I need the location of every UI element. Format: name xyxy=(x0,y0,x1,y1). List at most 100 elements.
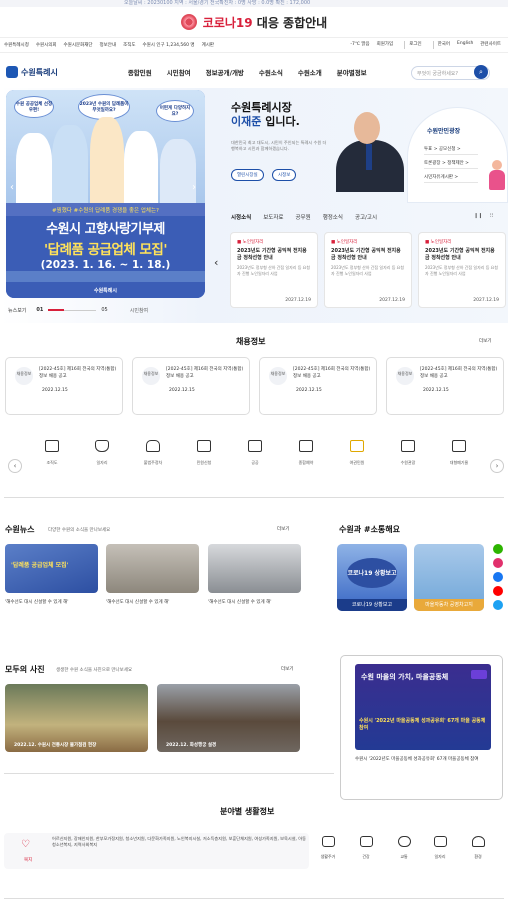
login-link[interactable]: 로그인 xyxy=(409,41,421,49)
pause-icon[interactable]: ❙❙ xyxy=(474,213,482,219)
slide-extra[interactable]: 시민참여 xyxy=(130,307,148,314)
quick-link-civil[interactable]: 민원신청 xyxy=(188,440,220,466)
menu-item[interactable]: 종합민원 xyxy=(128,67,152,77)
util-link[interactable]: 계시판 xyxy=(202,42,214,48)
population-stat: 수원시 인구 1,234,560 명 xyxy=(142,43,195,48)
heart-icon: ♡ xyxy=(21,839,30,850)
util-link[interactable]: 정보안내 xyxy=(100,42,117,48)
banner-next-icon[interactable]: › xyxy=(192,182,196,193)
language-select[interactable]: 한국어 xyxy=(438,41,450,49)
util-link[interactable]: 조직도 xyxy=(123,42,135,48)
menu-item[interactable]: 분야별정보 xyxy=(337,67,367,77)
news-thumbnail[interactable] xyxy=(208,544,301,593)
open-office-button[interactable]: 열린시장실 xyxy=(231,169,264,181)
suwon-news-more[interactable]: 더보기 xyxy=(277,526,289,532)
job-card[interactable]: 채용정보 [2022-45호] 제16회 전국의 지역(통합)정보 채용 공고 … xyxy=(5,357,123,415)
site-logo[interactable]: 수원특례시 xyxy=(6,66,58,78)
util-link[interactable]: 수원시문화재단 xyxy=(64,42,93,48)
quick-prev-icon[interactable]: ‹ xyxy=(8,459,22,473)
life-link[interactable]: 건강 xyxy=(351,836,381,860)
mayor-info-button[interactable]: 시정보 xyxy=(272,169,297,181)
more-icon[interactable]: ⁝⁝ xyxy=(490,213,493,219)
menu-item[interactable]: 정보공개/개방 xyxy=(206,67,244,77)
news-caption[interactable]: '해수선도 대시 신설할 수 있게 해' xyxy=(106,599,169,605)
divider xyxy=(4,497,504,498)
tab-notice[interactable]: 공고/고시 xyxy=(355,213,377,221)
job-card[interactable]: 채용정보 [2022-45호] 제16회 전국의 지역(통합)정보 채용 공고 … xyxy=(259,357,377,415)
life-link[interactable]: 환경 xyxy=(463,836,493,860)
news-card[interactable]: ■ 노인일자리 2023년도 기간형 공익적 전지용금 정착선형 안내 2023… xyxy=(230,232,318,308)
quick-link-reservation[interactable]: 종합예약 xyxy=(290,440,322,466)
mayor-description: 대한민국 최고 대도시, 시민이 주인되는 특례시 수원 더 행복하고 시민과 … xyxy=(231,140,327,151)
quick-next-icon[interactable]: › xyxy=(490,459,504,473)
photo-card[interactable]: 2022.12. 화성행궁 설경 xyxy=(157,684,300,752)
job-card[interactable]: 채용정보 [2022-45호] 제16회 전국의 지역(통합)정보 채용 공고 … xyxy=(386,357,504,415)
quick-link-jobs[interactable]: 일자리 xyxy=(86,440,118,466)
quick-link-public[interactable]: 공공 xyxy=(239,440,271,466)
quick-link-parking[interactable]: 불법주정차 xyxy=(137,440,169,466)
util-link[interactable]: 회원가입 xyxy=(377,41,394,49)
banner-prev-icon[interactable]: ‹ xyxy=(10,182,14,193)
instagram-icon[interactable] xyxy=(493,558,503,568)
quick-link-passport[interactable]: 여권민원 xyxy=(341,440,373,466)
plaza-link[interactable]: 시민자유게시판 > xyxy=(424,174,478,183)
life-link[interactable]: 교통 xyxy=(389,836,419,860)
photos-subtitle: 생생한 수원 소식을 사진으로 만나보세요 xyxy=(56,668,133,673)
bag-icon xyxy=(95,440,109,452)
plaza-link[interactable]: 토론광장 > 정책제안 > xyxy=(424,160,478,169)
tab-officials[interactable]: 공무원 xyxy=(296,213,311,221)
related-sites-select[interactable]: 관련사이트 xyxy=(480,41,501,49)
plaza-link[interactable]: 투표 > 공모신청 > xyxy=(424,146,478,155)
blog-icon[interactable] xyxy=(493,544,503,554)
tab-press[interactable]: 보도자료 xyxy=(263,213,283,221)
news-card[interactable]: ■ 노인일자리 2023년도 기간형 공익적 전지용금 정착선형 안내 2023… xyxy=(324,232,412,308)
life-info-title: 분야별 생활정보 xyxy=(220,807,275,816)
twitter-icon[interactable] xyxy=(493,600,503,610)
tab-news[interactable]: 시정소식 xyxy=(231,213,251,221)
facebook-icon[interactable] xyxy=(493,572,503,582)
life-link[interactable]: 일자리 xyxy=(425,836,455,860)
welfare-links[interactable]: 어르신지원, 장애인지원, 한부모가정지원, 청소년지원, 다문화가족지원, 노… xyxy=(52,836,307,848)
util-link[interactable]: 수원시의회 xyxy=(36,42,57,48)
util-link[interactable]: 수원특례시청 xyxy=(4,42,29,48)
news-card[interactable]: ■ 노인일자리 2023년도 기간형 공익적 전지용금 정착선형 안내 2023… xyxy=(418,232,506,308)
photos-more[interactable]: 더보기 xyxy=(281,666,293,672)
menu-item[interactable]: 수원소개 xyxy=(298,67,322,77)
menu-item[interactable]: 수원소식 xyxy=(259,67,283,77)
news-caption[interactable]: '해수선도 대시 신설할 수 있게 해' xyxy=(208,599,271,605)
search-icon[interactable]: ⌕ xyxy=(474,65,488,79)
quick-link-tour[interactable]: 수원관광 xyxy=(392,440,424,466)
suwon-news-title: 수원뉴스 xyxy=(5,525,35,534)
tab-admin[interactable]: 행정소식 xyxy=(323,213,343,221)
sns-card[interactable]: 마을자동차 공영차고지 xyxy=(414,544,484,611)
menu-item[interactable]: 시민참여 xyxy=(167,67,191,77)
photo-card[interactable]: 2022.12. 수원시 전통시장 물가점검 현장 xyxy=(5,684,148,752)
video-caption: 수원 마을의 가치, 마을공동체 xyxy=(361,673,449,681)
news-caption[interactable]: '해수선도 대시 신설할 수 있게 해' xyxy=(5,599,68,605)
quick-link-waste[interactable]: 대형폐기물 xyxy=(443,440,475,466)
language-select[interactable]: English xyxy=(457,41,473,49)
main-menu: 종합민원 시민참여 정보공개/개방 수원소식 수원소개 분야별정보 xyxy=(128,67,382,77)
jobs-more-link[interactable]: 더보기 xyxy=(479,338,491,344)
document-icon xyxy=(197,440,211,452)
video-thumbnail[interactable]: 수원 마을의 가치, 마을공동체 수원시 '2022년 마을공동체 성과공유회'… xyxy=(355,664,491,750)
news-thumbnail[interactable] xyxy=(106,544,199,593)
slide-label[interactable]: 뉴스보기 xyxy=(8,307,26,314)
youtube-icon[interactable] xyxy=(493,586,503,596)
news-thumbnail[interactable]: '답례품 공급업체 모집' xyxy=(5,544,98,593)
house-icon xyxy=(321,836,335,847)
tv-icon xyxy=(471,670,487,679)
quick-link-org[interactable]: 조직도 xyxy=(36,440,68,466)
board-icon xyxy=(248,440,262,452)
covid-banner[interactable]: 코로나19 대응 종합안내 xyxy=(0,7,508,37)
main-banner[interactable]: 수원 공공업체 선정 우편! 2023년 수원의 답례품이 무엇일까요? 어떤게… xyxy=(6,90,205,298)
news-prev-icon[interactable]: ‹ xyxy=(214,256,218,269)
transport-icon xyxy=(397,836,411,847)
video-box[interactable]: 수원 마을의 가치, 마을공동체 수원시 '2022년 마을공동체 성과공유회'… xyxy=(340,655,503,800)
sns-card[interactable]: 코로나19 상황보고 코로나19 상황보고 xyxy=(337,544,407,611)
job-card[interactable]: 채용정보 [2022-45호] 제16회 전국의 지역(통합)정보 채용 공고 … xyxy=(132,357,250,415)
welfare-box[interactable]: ♡ 복지 어르신지원, 장애인지원, 한부모가정지원, 청소년지원, 다문화가족… xyxy=(4,833,309,869)
life-link[interactable]: 생활주거 xyxy=(313,836,343,860)
speech-bubble: 수원 공공업체 선정 우편! xyxy=(14,96,54,118)
divider xyxy=(4,773,334,774)
